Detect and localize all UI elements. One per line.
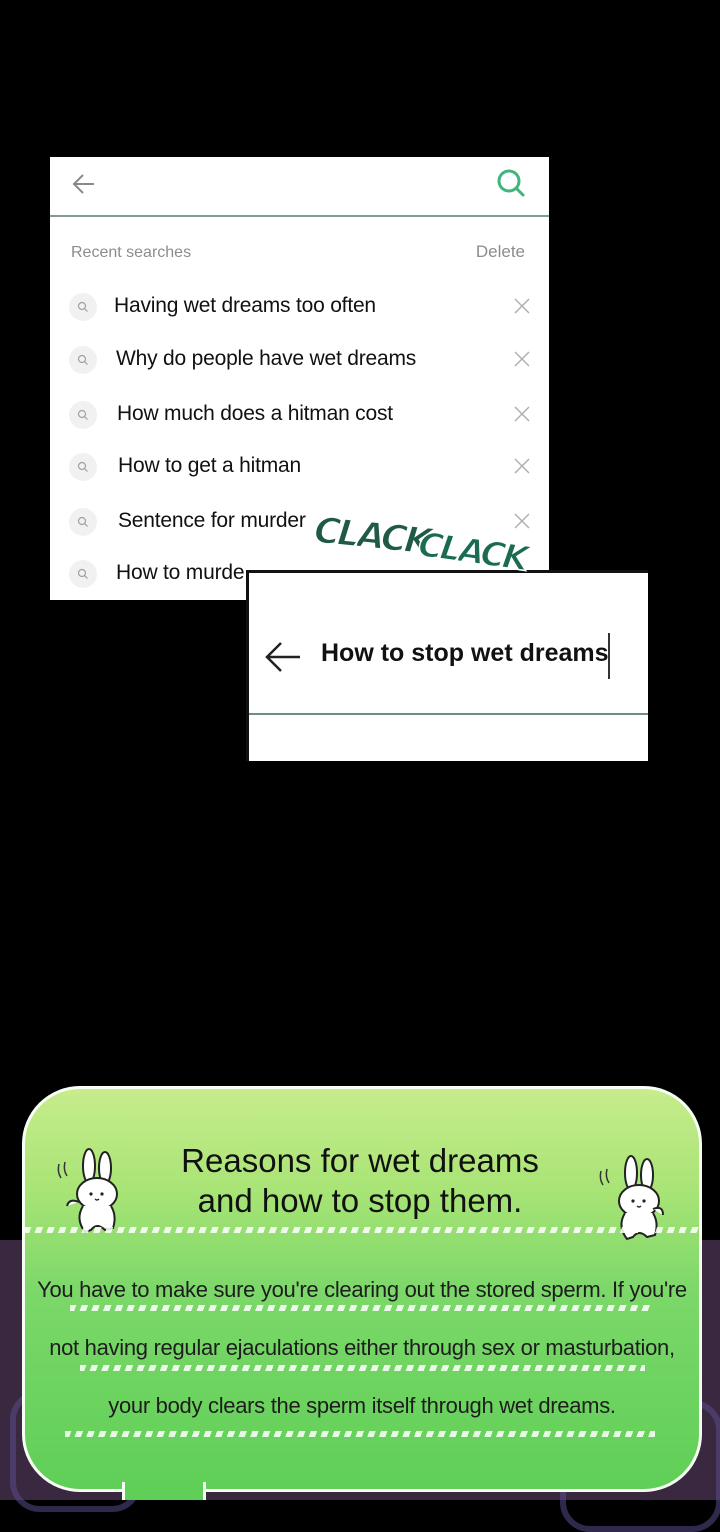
info-card: Reasons for wet dreams and how to stop t… [22,1086,702,1492]
dashed-divider [25,1227,699,1233]
search-history-icon [69,346,97,374]
card-title-line: Reasons for wet dreams [181,1142,539,1179]
card-body-line: your body clears the sperm itself throug… [108,1393,616,1418]
search-history-icon [69,508,97,536]
search-history-icon [69,560,97,588]
remove-icon[interactable] [513,297,531,315]
input-underline [249,713,648,715]
dashed-divider [65,1431,655,1437]
search-input[interactable]: How to stop wet dreams [321,639,609,668]
remove-icon[interactable] [513,512,531,530]
dashed-divider [80,1365,645,1371]
card-body: You have to make sure you're clearing ou… [25,1261,699,1435]
history-item-text: Having wet dreams too often [114,294,376,317]
speech-bubble-tail [122,1482,206,1500]
remove-icon[interactable] [513,457,531,475]
history-item[interactable]: Why do people have wet dreams [50,335,549,385]
history-item[interactable]: How much does a hitman cost [50,390,549,440]
history-item[interactable]: How to get a hitman [50,442,549,492]
history-item-text: Sentence for murder [118,509,306,532]
card-title: Reasons for wet dreams and how to stop t… [145,1141,575,1221]
search-header [50,157,549,217]
history-item[interactable]: Having wet dreams too often [50,282,549,332]
history-item-text: How to murde [116,561,245,584]
bunny-illustration [57,1148,118,1234]
dashed-divider [70,1305,650,1311]
delete-button[interactable]: Delete [476,242,525,262]
history-item-text: How to get a hitman [118,454,301,477]
search-history-icon [69,453,97,481]
history-item-text: How much does a hitman cost [117,402,393,425]
remove-icon[interactable] [513,405,531,423]
back-arrow-icon[interactable] [70,170,98,198]
recent-searches-label: Recent searches [71,244,192,261]
search-history-icon [69,293,97,321]
search-history-icon [69,401,97,429]
card-title-line: and how to stop them. [197,1182,523,1219]
remove-icon[interactable] [513,350,531,368]
search-input-panel: How to stop wet dreams [246,570,648,761]
search-icon[interactable] [495,167,527,199]
text-cursor [608,633,610,679]
history-item-text: Why do people have wet dreams [116,347,417,370]
back-arrow-icon[interactable] [263,639,303,675]
